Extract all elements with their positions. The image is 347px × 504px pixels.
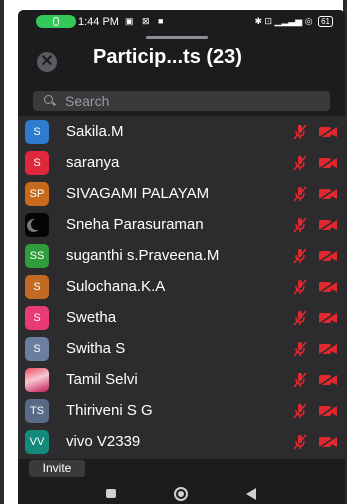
participant-row[interactable]: Sneha Parasuraman [18, 209, 345, 240]
invite-button[interactable]: Invite [29, 460, 85, 477]
search-placeholder: Search [65, 93, 110, 109]
recents-icon[interactable] [106, 489, 116, 498]
avatar: S [25, 306, 49, 330]
avatar [25, 213, 49, 237]
avatar: VV [25, 430, 49, 454]
header: ✕ Particip...ts (23) [18, 40, 345, 92]
video-off-icon[interactable] [318, 311, 338, 325]
video-off-icon[interactable] [318, 404, 338, 418]
status-bar: 1:44 PM ▣ ⊠ ■ ✱ ⊡ ▁▂▃▅ ◎ 61 [18, 10, 345, 34]
status-time: 1:44 PM [78, 16, 119, 28]
avatar: TS [25, 399, 49, 423]
participant-name: Sneha Parasuraman [66, 216, 204, 233]
close-button[interactable]: ✕ [37, 52, 57, 72]
video-off-icon[interactable] [318, 187, 338, 201]
search-icon [44, 95, 53, 104]
participant-name: Swetha [66, 309, 117, 326]
microphone-icon [53, 17, 59, 26]
participant-name: suganthi s.Praveena.M [66, 247, 220, 264]
avatar: SS [25, 244, 49, 268]
avatar: S [25, 151, 49, 175]
mic-muted-icon[interactable] [292, 217, 308, 233]
video-off-icon[interactable] [318, 249, 338, 263]
search-input[interactable]: Search [33, 91, 330, 111]
battery-icon: 61 [318, 16, 333, 27]
video-off-icon[interactable] [318, 280, 338, 294]
sheet-grab-handle[interactable] [146, 36, 208, 39]
participant-name: Thiriveni S G [66, 402, 153, 419]
participant-name: Switha S [66, 340, 126, 357]
participant-name: vivo V2339 [66, 433, 141, 450]
participant-name: Sakila.M [66, 123, 124, 140]
participant-name: SIVAGAMI PALAYAM [66, 185, 210, 202]
video-off-icon[interactable] [318, 373, 338, 387]
participant-row[interactable]: VV vivo V2339 [18, 426, 345, 457]
system-icons: ✱ ⊡ ▁▂▃▅ ◎ 61 [254, 16, 333, 27]
avatar: S [25, 337, 49, 361]
mic-muted-icon[interactable] [292, 124, 308, 140]
video-off-icon[interactable] [318, 218, 338, 232]
mic-muted-icon[interactable] [292, 279, 308, 295]
participant-row[interactable]: Tamil Selvi [18, 364, 345, 395]
avatar [25, 368, 49, 392]
mic-muted-icon[interactable] [292, 248, 308, 264]
participant-row[interactable]: SP SIVAGAMI PALAYAM [18, 178, 345, 209]
page-title: Particip...ts (23) [93, 46, 242, 68]
participant-row[interactable]: S Sulochana.K.A [18, 271, 345, 302]
participant-row[interactable]: TS Thiriveni S G [18, 395, 345, 426]
mic-muted-icon[interactable] [292, 434, 308, 450]
avatar: S [25, 275, 49, 299]
participant-name: saranya [66, 154, 120, 171]
participant-name: Tamil Selvi [66, 371, 138, 388]
mic-muted-icon[interactable] [292, 310, 308, 326]
video-off-icon[interactable] [318, 156, 338, 170]
system-nav-bar [18, 484, 345, 504]
participant-row[interactable]: SS suganthi s.Praveena.M [18, 240, 345, 271]
video-off-icon[interactable] [318, 125, 338, 139]
participants-screen: 1:44 PM ▣ ⊠ ■ ✱ ⊡ ▁▂▃▅ ◎ 61 ✕ Particip..… [18, 10, 345, 504]
home-icon[interactable] [174, 487, 188, 501]
connectivity-icons: ✱ ⊡ ▁▂▃▅ ◎ [254, 16, 313, 26]
avatar: S [25, 120, 49, 144]
mic-muted-icon[interactable] [292, 155, 308, 171]
video-off-icon[interactable] [318, 435, 338, 449]
mic-muted-icon[interactable] [292, 372, 308, 388]
video-off-icon[interactable] [318, 342, 338, 356]
mic-muted-icon[interactable] [292, 186, 308, 202]
notification-icons: ▣ ⊠ ■ [125, 16, 167, 26]
participant-row[interactable]: S Swetha [18, 302, 345, 333]
active-call-pill[interactable] [36, 15, 76, 28]
participant-name: Sulochana.K.A [66, 278, 166, 295]
left-screen-edge [0, 0, 18, 504]
invite-bar: Invite [18, 459, 345, 484]
avatar: SP [25, 182, 49, 206]
mic-muted-icon[interactable] [292, 341, 308, 357]
participant-row[interactable]: S Sakila.M [18, 116, 345, 147]
back-icon[interactable] [246, 488, 256, 500]
participant-list: S Sakila.M Ssaranya SP SIVAGAMI PALAYAM Sneha… [18, 116, 345, 459]
participant-row[interactable]: Ssaranya [18, 147, 345, 178]
mic-muted-icon[interactable] [292, 403, 308, 419]
participant-row[interactable]: S Switha S [18, 333, 345, 364]
